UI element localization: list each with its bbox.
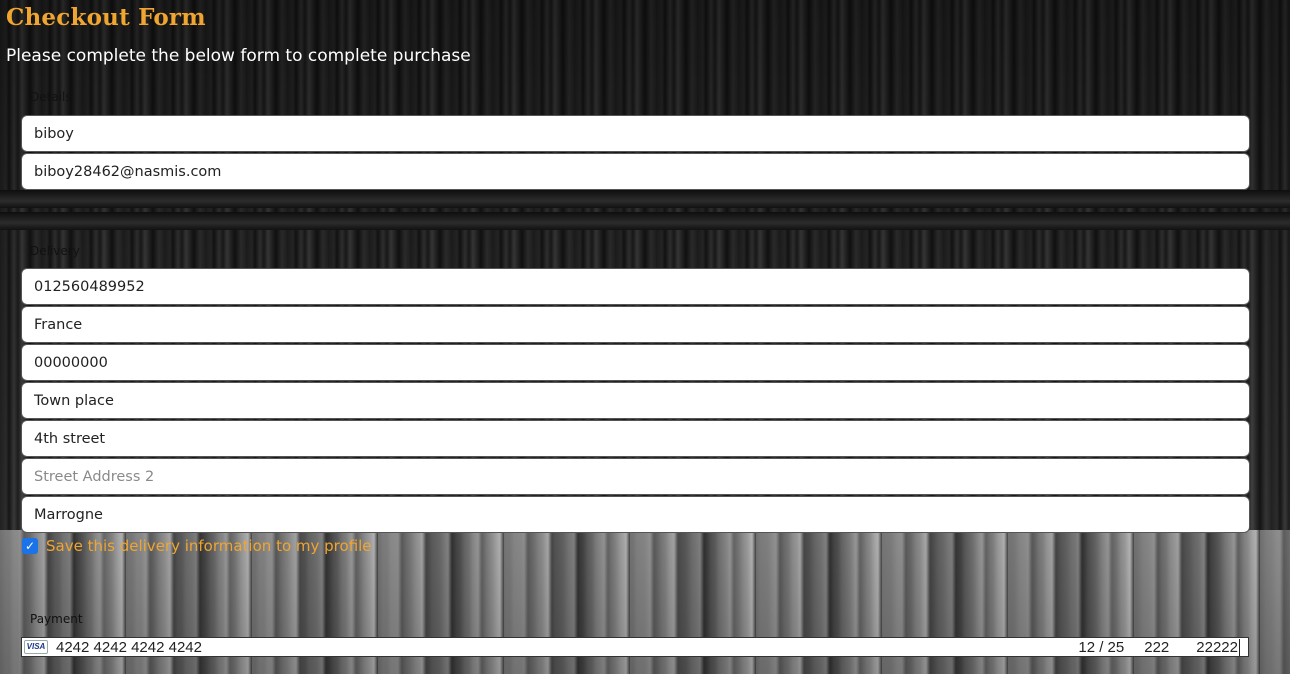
email-input[interactable] (21, 153, 1250, 190)
page-title: Checkout Form (6, 4, 206, 31)
card-number-field[interactable]: 4242 4242 4242 4242 (56, 639, 1078, 656)
save-delivery-label[interactable]: Save this delivery information to my pro… (46, 537, 372, 555)
details-legend: Details (30, 90, 72, 104)
card-cvc-field[interactable]: 222 (1144, 639, 1169, 656)
street-address-2-input[interactable] (21, 458, 1250, 495)
save-delivery-checkbox[interactable]: ✓ (22, 538, 38, 554)
country-input[interactable] (21, 306, 1250, 343)
checkout-form: Checkout Form Please complete the below … (0, 0, 1290, 674)
postcode-input[interactable] (21, 344, 1250, 381)
card-input[interactable]: VISA 4242 4242 4242 4242 12 / 25 222 222… (21, 637, 1249, 657)
full-name-input[interactable] (21, 115, 1250, 152)
page-subtitle: Please complete the below form to comple… (6, 46, 471, 66)
payment-legend: Payment (30, 612, 83, 626)
checkmark-icon: ✓ (24, 539, 36, 553)
county-input[interactable] (21, 496, 1250, 533)
delivery-legend: Delivery (30, 244, 80, 258)
card-zip-field[interactable]: 22222 (1196, 638, 1240, 656)
phone-input[interactable] (21, 268, 1250, 305)
street-address-1-input[interactable] (21, 420, 1250, 457)
card-expiry-field[interactable]: 12 / 25 (1078, 639, 1124, 656)
save-delivery-row[interactable]: ✓ Save this delivery information to my p… (22, 537, 372, 555)
town-input[interactable] (21, 382, 1250, 419)
visa-card-icon: VISA (24, 640, 48, 654)
